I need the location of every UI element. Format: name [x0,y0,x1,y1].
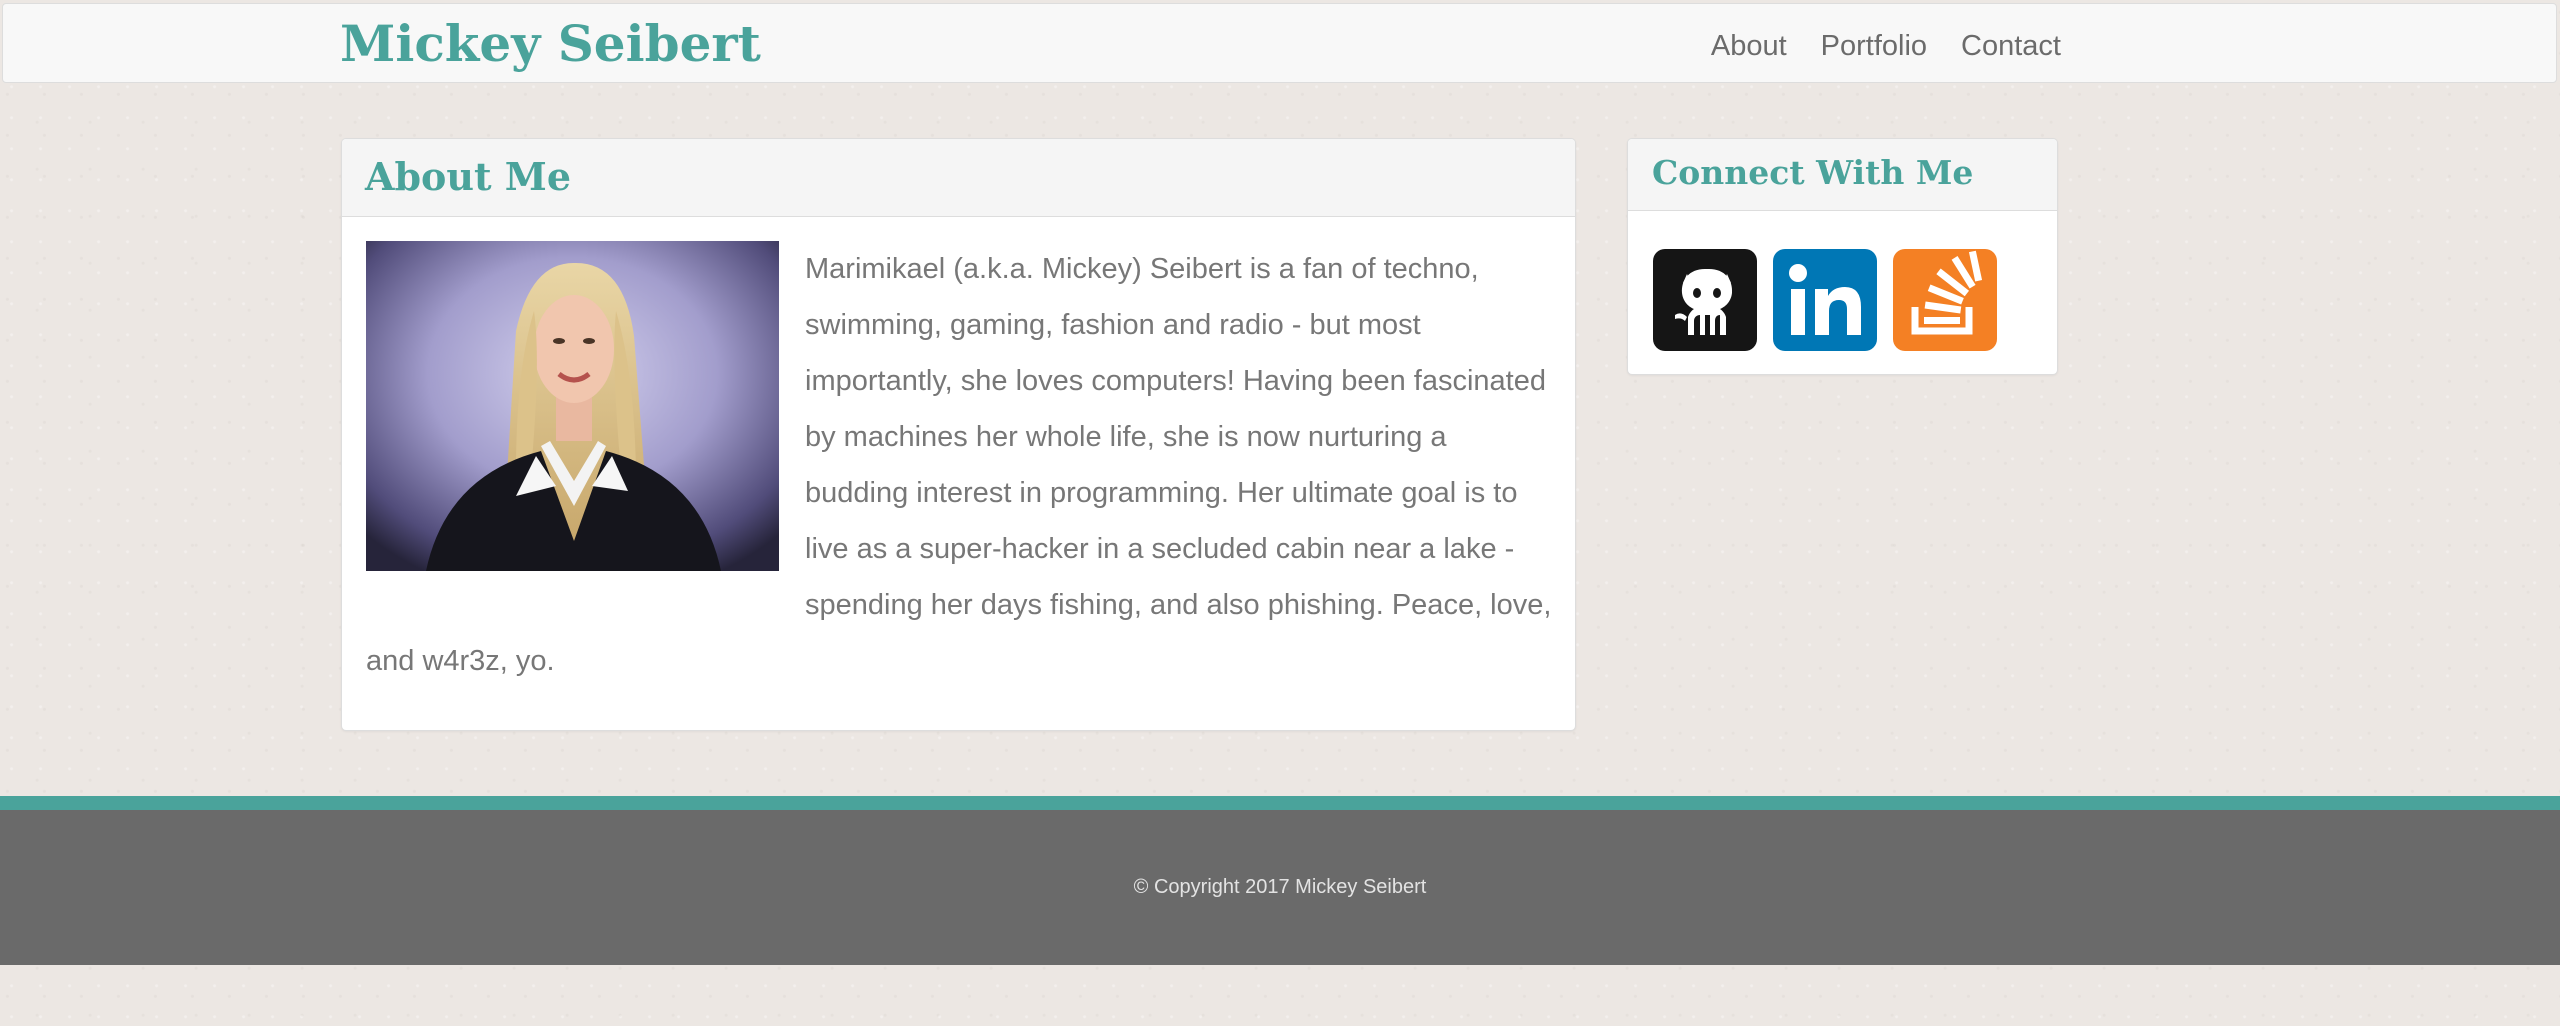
connect-panel: Connect With Me [1627,138,2058,375]
github-link[interactable] [1653,249,1757,351]
social-links [1653,249,1997,351]
about-panel-heading: About Me [342,139,1575,217]
profile-photo [366,241,779,571]
connect-panel-heading: Connect With Me [1628,139,2057,211]
nav-contact-link[interactable]: Contact [1944,30,2078,63]
footer: © Copyright 2017 Mickey Seibert [0,810,2560,965]
about-panel: About Me Marimikael (a.k.a. Mickey) Seib… [341,138,1576,731]
stackoverflow-icon [1911,250,1983,335]
site-brand[interactable]: Mickey Seibert [340,14,761,73]
linkedin-link[interactable] [1773,249,1877,351]
main-nav: About Portfolio Contact [1694,30,2078,63]
connect-title: Connect With Me [1652,153,1974,192]
github-icon [1675,269,1733,335]
about-title: About Me [365,154,572,199]
navbar: Mickey Seibert About Portfolio Contact [2,3,2557,83]
nav-about-link[interactable]: About [1694,30,1804,63]
nav-portfolio-link[interactable]: Portfolio [1804,30,1944,63]
copyright-text: © Copyright 2017 Mickey Seibert [1133,876,1427,898]
stackoverflow-link[interactable] [1893,249,1997,351]
footer-accent-stripe [0,796,2560,810]
about-panel-body: Marimikael (a.k.a. Mickey) Seibert is a … [342,217,1575,689]
linkedin-icon [1789,264,1861,335]
